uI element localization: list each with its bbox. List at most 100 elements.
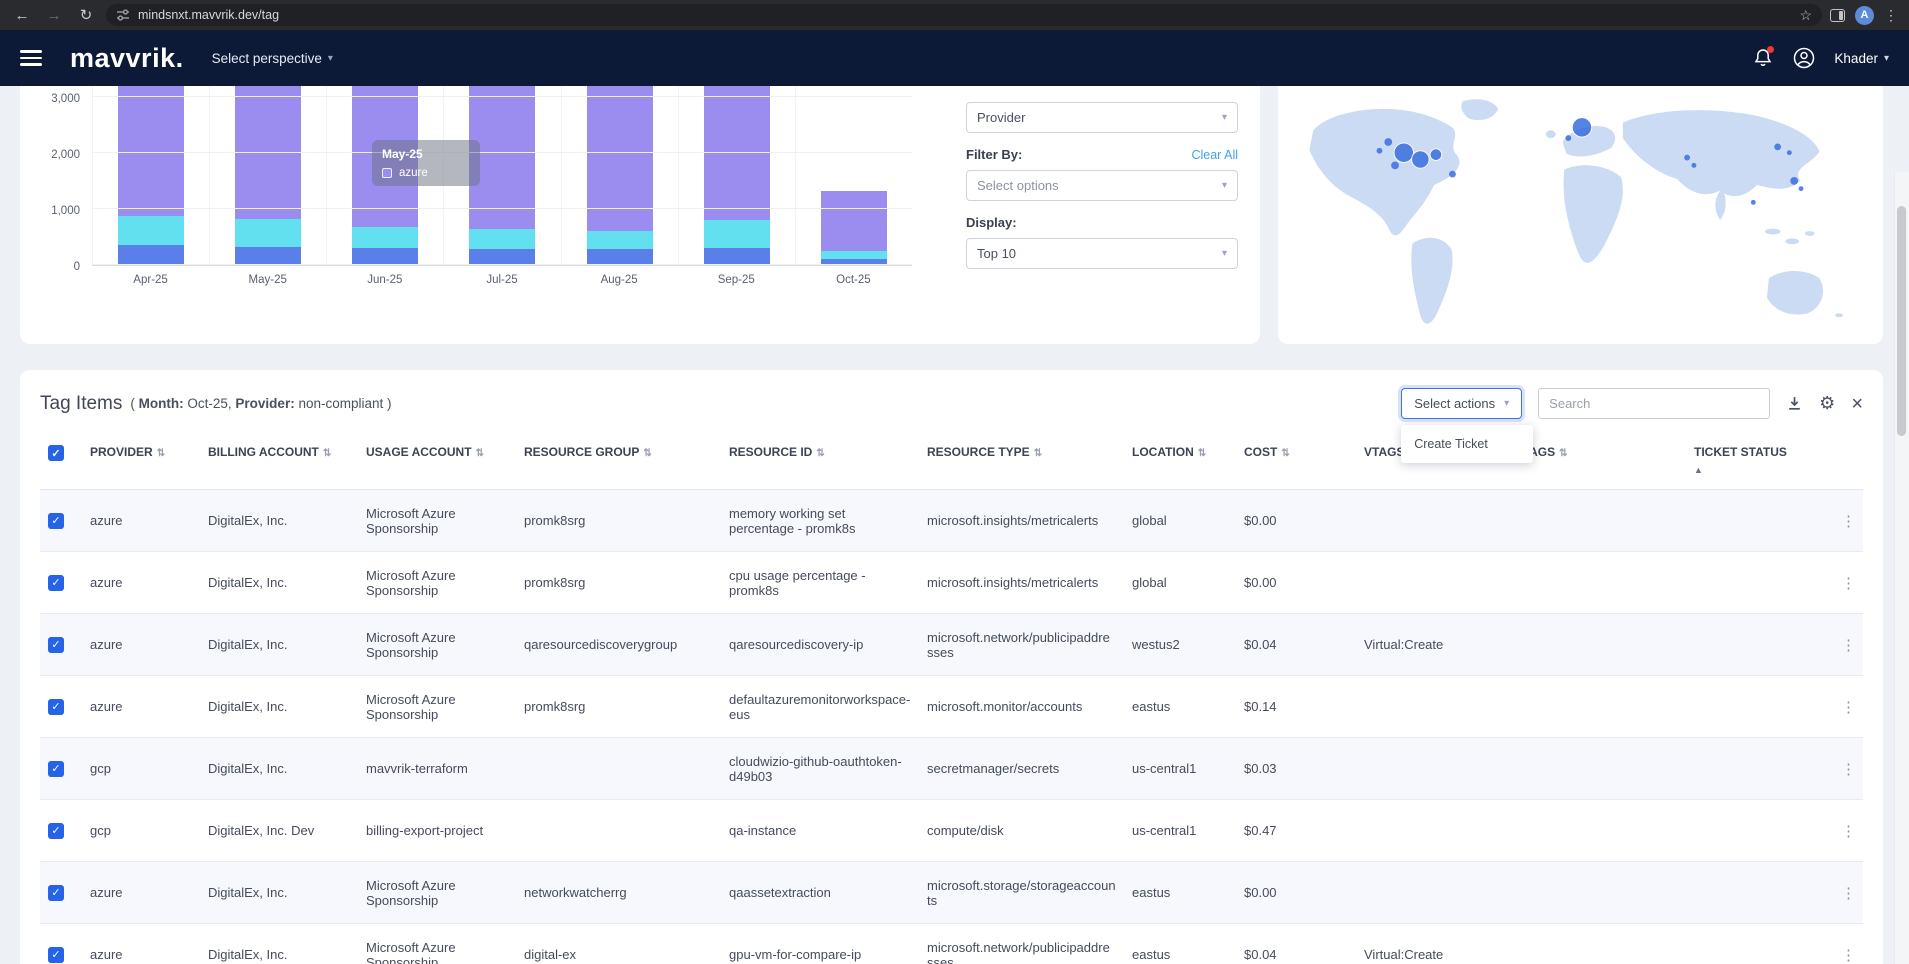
select-all-checkbox[interactable]: ✓ [48, 445, 64, 461]
refresh-icon[interactable]: ↻ [74, 4, 98, 26]
cell-usage_account: billing-export-project [358, 800, 516, 862]
map-bubble[interactable] [1391, 161, 1399, 169]
row-checkbox[interactable]: ✓ [48, 761, 64, 777]
column-header-location[interactable]: LOCATION⇅ [1124, 435, 1236, 490]
bar-segment-series-blue [235, 247, 301, 265]
select-actions-button[interactable]: Select actions ▾ [1401, 388, 1522, 419]
row-checkbox[interactable]: ✓ [48, 823, 64, 839]
notifications-bell-icon[interactable] [1752, 47, 1774, 69]
user-name-label: Khader [1834, 51, 1878, 66]
download-icon[interactable] [1786, 395, 1803, 412]
map-bubble[interactable] [1572, 118, 1591, 137]
map-bubble[interactable] [1449, 171, 1456, 178]
bar-Apr-25[interactable] [92, 86, 209, 265]
cell-cost: $0.04 [1236, 614, 1356, 676]
browser-toolbar: ← → ↻ mindsnxt.mavvrik.dev/tag ☆ A ⋮ [0, 0, 1909, 30]
close-icon[interactable]: × [1851, 394, 1863, 414]
user-menu[interactable]: Khader ▾ [1834, 51, 1889, 66]
bar-Aug-25[interactable] [561, 86, 678, 265]
cell-cost: $0.00 [1236, 862, 1356, 924]
row-checkbox[interactable]: ✓ [48, 885, 64, 901]
menu-item-create-ticket[interactable]: Create Ticket [1401, 428, 1533, 460]
hamburger-menu-icon[interactable] [20, 50, 42, 66]
settings-gear-icon[interactable]: ⚙ [1819, 393, 1835, 414]
cell-resource_id: memory working set percentage - promk8s [721, 490, 919, 552]
row-menu-icon[interactable]: ⋮ [1841, 823, 1856, 840]
page-scrollbar-thumb[interactable] [1897, 206, 1906, 436]
row-checkbox[interactable]: ✓ [48, 637, 64, 653]
address-bar[interactable]: mindsnxt.mavvrik.dev/tag ☆ [106, 4, 1822, 26]
cell-resource_type: secretmanager/secrets [919, 738, 1124, 800]
column-header-resource_type[interactable]: RESOURCE TYPE⇅ [919, 435, 1124, 490]
cell-location: us-central1 [1124, 800, 1236, 862]
bar-May-25[interactable] [209, 86, 326, 265]
column-header-cost[interactable]: COST⇅ [1236, 435, 1356, 490]
cell-provider: azure [82, 676, 200, 738]
user-profile-icon[interactable] [1792, 46, 1816, 70]
select-perspective-dropdown[interactable]: Select perspective ▾ [212, 51, 333, 66]
row-menu-icon[interactable]: ⋮ [1841, 699, 1856, 716]
display-value: Top 10 [977, 246, 1016, 261]
browser-menu-icon[interactable]: ⋮ [1884, 7, 1899, 24]
cell-utags [1506, 800, 1686, 862]
row-menu-icon[interactable]: ⋮ [1841, 947, 1856, 964]
row-menu-icon[interactable]: ⋮ [1841, 575, 1856, 592]
row-menu-icon[interactable]: ⋮ [1841, 885, 1856, 902]
bar-Oct-25[interactable] [795, 86, 912, 265]
map-bubble[interactable] [1684, 155, 1690, 161]
map-bubble[interactable] [1774, 143, 1781, 150]
column-header-ticket_status[interactable]: TICKET STATUS▲ [1686, 435, 1833, 490]
map-bubble[interactable] [1799, 186, 1804, 191]
cell-ticket_status [1686, 800, 1833, 862]
table-row: ✓gcpDigitalEx, Inc. Devbilling-export-pr… [40, 800, 1863, 862]
cell-usage_account: Microsoft Azure Sponsorship [358, 676, 516, 738]
row-checkbox[interactable]: ✓ [48, 947, 64, 963]
cell-location: eastus [1124, 862, 1236, 924]
map-bubble[interactable] [1565, 135, 1571, 141]
column-header-provider[interactable]: PROVIDER⇅ [82, 435, 200, 490]
row-checkbox[interactable]: ✓ [48, 575, 64, 591]
bookmark-star-icon[interactable]: ☆ [1799, 7, 1812, 24]
column-header-usage_account[interactable]: USAGE ACCOUNT⇅ [358, 435, 516, 490]
bar-Sep-25[interactable] [678, 86, 795, 265]
map-bubble[interactable] [1751, 200, 1756, 205]
column-header-billing_account[interactable]: BILLING ACCOUNT⇅ [200, 435, 358, 490]
select-actions-label: Select actions [1414, 396, 1495, 411]
clear-all-link[interactable]: Clear All [1191, 148, 1238, 162]
cell-ticket_status [1686, 676, 1833, 738]
search-input[interactable] [1538, 388, 1770, 419]
cell-location: global [1124, 552, 1236, 614]
row-checkbox[interactable]: ✓ [48, 699, 64, 715]
display-select[interactable]: Top 10 ▾ [966, 238, 1238, 269]
filter-options-select[interactable]: Select options ▾ [966, 170, 1238, 201]
browser-profile-avatar[interactable]: A [1855, 6, 1874, 25]
cell-billing_account: DigitalEx, Inc. Dev [200, 800, 358, 862]
row-menu-icon[interactable]: ⋮ [1841, 637, 1856, 654]
bar-segment-series-cyan [587, 231, 653, 249]
column-header-resource_group[interactable]: RESOURCE GROUP⇅ [516, 435, 721, 490]
map-bubble[interactable] [1430, 149, 1442, 161]
map-bubble[interactable] [1691, 163, 1696, 168]
cell-resource_group: promk8srg [516, 676, 721, 738]
filter-by-label: Filter By: [966, 147, 1022, 162]
map-bubble[interactable] [1394, 143, 1413, 162]
map-bubble[interactable] [1377, 148, 1383, 154]
map-bubble[interactable] [1384, 138, 1392, 146]
row-checkbox[interactable]: ✓ [48, 513, 64, 529]
forward-icon[interactable]: → [42, 4, 66, 26]
row-menu-icon[interactable]: ⋮ [1841, 513, 1856, 530]
map-bubble[interactable] [1787, 150, 1792, 155]
cell-usage_account: mavvrik-terraform [358, 738, 516, 800]
map-bubble[interactable] [1412, 151, 1430, 169]
group-by-select[interactable]: Provider ▾ [966, 102, 1238, 133]
side-panel-icon[interactable] [1830, 9, 1845, 22]
cell-resource_group: networkwatcherrg [516, 862, 721, 924]
column-header-resource_id[interactable]: RESOURCE ID⇅ [721, 435, 919, 490]
cell-resource_type: microsoft.insights/metricalerts [919, 490, 1124, 552]
month-label: Month: [139, 396, 184, 411]
cell-location: global [1124, 490, 1236, 552]
subtitle-open-paren: ( [130, 396, 135, 411]
row-menu-icon[interactable]: ⋮ [1841, 761, 1856, 778]
back-icon[interactable]: ← [10, 4, 34, 26]
map-bubble[interactable] [1790, 177, 1798, 185]
